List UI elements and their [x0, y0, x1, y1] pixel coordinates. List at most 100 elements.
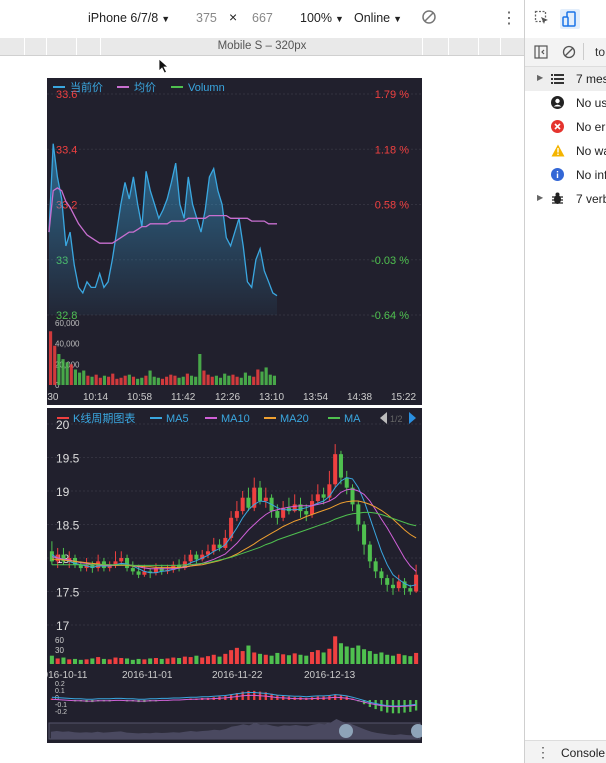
x-tick-label: 13:10 — [259, 392, 284, 403]
volume-bar — [136, 378, 140, 385]
candle-body — [275, 511, 280, 518]
candle-body — [125, 558, 130, 569]
candle-body — [188, 554, 193, 562]
candle-body — [379, 571, 384, 579]
console-row-warnings[interactable]: No wa — [525, 139, 606, 163]
legend-prev-icon — [380, 412, 387, 424]
console-row-info[interactable]: No inf — [525, 163, 606, 187]
x-tick-label: 10:58 — [127, 392, 152, 403]
legend-label: MA20 — [280, 413, 309, 425]
zoom-select[interactable]: 100% ▼ — [300, 11, 344, 25]
volume-bar — [127, 374, 131, 385]
candle-body — [373, 561, 378, 572]
x-tick-label: 10:14 — [83, 392, 108, 403]
console-row-errors[interactable]: No er — [525, 115, 606, 139]
volume-bar — [61, 359, 65, 385]
candle-body — [362, 524, 367, 545]
rotate-icon[interactable] — [421, 9, 437, 28]
dimension-separator: × — [229, 9, 238, 25]
candle-body — [333, 454, 338, 485]
x-tick-label: 2016-12-13 — [304, 670, 356, 681]
volume-bar — [185, 373, 189, 385]
volume-bar — [144, 375, 148, 385]
x-tick-label: 2016-11-01 — [122, 670, 173, 681]
volume-bar — [98, 377, 102, 385]
console-row-verbose[interactable]: ▶ 7 verb — [525, 187, 606, 211]
volume-bar — [101, 658, 106, 664]
volume-bar — [256, 369, 260, 385]
clear-console-icon[interactable] — [562, 45, 576, 62]
volume-bar — [344, 646, 349, 664]
device-select[interactable]: iPhone 6/7/8 ▼ — [88, 11, 170, 25]
volume-bar — [243, 372, 247, 385]
width-input[interactable]: 375 — [196, 11, 217, 25]
volume-bar — [173, 375, 177, 385]
more-options-icon[interactable]: ⋮ — [501, 8, 517, 28]
intraday-chart: 当前价 均价 Volumn33.6 1.79 %33.4 1.18 %33.2 0.58 … — [47, 80, 422, 403]
height-input[interactable]: 667 — [252, 11, 273, 25]
volume-bar — [55, 658, 60, 664]
filter-input[interactable]: to — [595, 45, 605, 59]
network-label: Online — [354, 11, 391, 25]
volume-bar — [84, 659, 89, 664]
volume-bar — [111, 373, 115, 385]
x-tick-label: 15:22 — [391, 392, 416, 403]
console-row-messages[interactable]: ▶ 7 mes — [525, 67, 606, 91]
x-tick-label: 2016-11-22 — [212, 670, 263, 681]
volume-bar — [119, 377, 123, 385]
volume-bar — [223, 653, 228, 664]
volume-bar — [292, 653, 297, 664]
volume-bar — [119, 658, 124, 664]
volume-bar — [205, 656, 211, 664]
media-query-label: Mobile S – 320px — [217, 40, 307, 52]
expand-arrow-icon[interactable]: ▶ — [537, 193, 543, 202]
expand-arrow-icon[interactable]: ▶ — [537, 73, 543, 82]
console-row-label: 7 verb — [576, 192, 606, 206]
volume-bar — [373, 653, 378, 664]
y-tick-label: 18.5 — [56, 519, 80, 533]
volume-bar — [321, 652, 326, 664]
inspect-element-icon[interactable] — [534, 10, 550, 29]
chevron-down-icon: ▼ — [334, 14, 344, 24]
device-toolbar-toggle-icon[interactable] — [560, 9, 580, 29]
tab-console[interactable]: Console — [561, 746, 605, 760]
console-row-user[interactable]: No us — [525, 91, 606, 115]
legend-label: 均价 — [134, 81, 156, 94]
legend-label: K线周期图表 — [73, 411, 135, 425]
kline-chart: K线周期图表MA5MA10MA20MA1/22019.51918.51817.5… — [47, 411, 422, 740]
y-tick-label: 17 — [56, 619, 70, 633]
y-right-tick-label: 1.79 % — [375, 89, 409, 101]
volume-bar — [94, 374, 98, 385]
volume-bar — [214, 375, 218, 385]
candle-body — [240, 497, 245, 512]
volume-bar — [153, 658, 158, 664]
volume-bar — [181, 376, 185, 385]
volume-bar — [390, 655, 396, 664]
sidebar-toggle-icon[interactable] — [534, 45, 548, 62]
candle-body — [234, 511, 239, 518]
candle-body — [396, 581, 401, 589]
volume-tick-label: 60 — [55, 636, 64, 645]
volume-bar — [73, 369, 78, 385]
bug-icon — [551, 192, 564, 205]
list-icon — [551, 72, 564, 85]
legend-page-label: 1/2 — [390, 414, 403, 424]
volume-bar — [61, 657, 66, 664]
console-row-label: 7 mes — [576, 72, 606, 86]
macd-tick-label: 0.1 — [55, 688, 65, 695]
network-select[interactable]: Online ▼ — [354, 11, 402, 25]
x-tick-label: 2016-10-11 — [47, 670, 88, 681]
zoom-label: 100% — [300, 11, 332, 25]
more-options-icon[interactable]: ⋮ — [536, 744, 550, 761]
volume-bar — [177, 658, 182, 664]
y-tick-label: 19.5 — [56, 452, 80, 466]
y-tick-label: 33.4 — [56, 144, 77, 156]
device-toolbar: iPhone 6/7/8 ▼ 375 × 667 100% ▼ Online ▼ ⋮ — [0, 0, 524, 39]
volume-bar — [140, 377, 144, 385]
ma-line-ma5 — [51, 477, 417, 587]
volume-bar — [310, 652, 315, 664]
volume-bar — [130, 659, 135, 664]
media-query-bar[interactable]: Mobile S – 320px — [0, 38, 524, 56]
console-toolbar: to — [525, 38, 606, 67]
candle-body — [263, 497, 268, 502]
